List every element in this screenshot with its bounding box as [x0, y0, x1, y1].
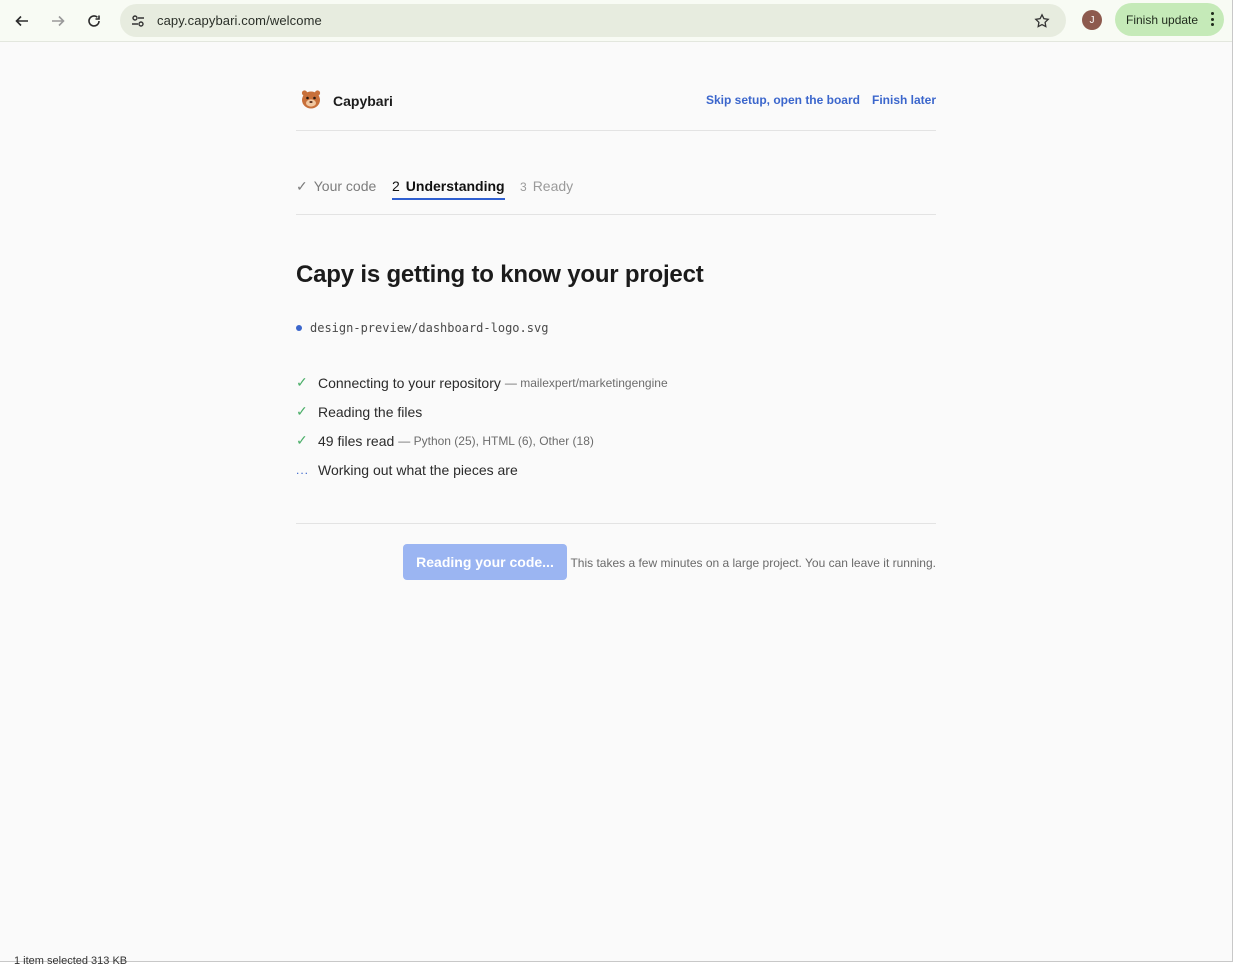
step-number: 2	[392, 178, 400, 194]
arrow-left-icon	[15, 15, 28, 27]
app-header: Capybari Skip setup, open the board Fini…	[296, 86, 936, 131]
step-number: 3	[520, 180, 527, 194]
reload-button[interactable]	[81, 8, 107, 34]
bookmark-star-icon[interactable]	[1032, 11, 1052, 31]
step-label: Ready	[532, 178, 574, 194]
progress-detail: — mailexpert/marketingengine	[504, 375, 668, 390]
site-settings-icon[interactable]	[128, 11, 148, 31]
progress-text: Connecting to your repository	[318, 374, 501, 391]
step-label: Your code	[313, 178, 377, 194]
skip-setup-link[interactable]: Skip setup, open the board	[706, 93, 860, 107]
reload-icon	[88, 15, 100, 27]
step-ready: 3 Ready	[520, 178, 573, 200]
check-icon: ✓	[296, 178, 308, 194]
setup-stepper: ✓ Your code 2 Understanding 3 Ready	[296, 173, 936, 215]
url-text[interactable]: capy.capybari.com/welcome	[157, 13, 322, 28]
progress-item: ✓ Reading the files	[296, 397, 936, 426]
arrow-right-icon	[52, 15, 65, 27]
status-bar-text: 1 item selected 313 KB	[14, 955, 128, 967]
finish-later-link[interactable]: Finish later	[872, 93, 936, 107]
ellipsis-icon: ...	[296, 462, 310, 477]
activity-dot-icon	[296, 325, 302, 331]
progress-text: Reading the files	[318, 403, 423, 420]
progress-detail: — Python (25), HTML (6), Other (18)	[398, 433, 594, 448]
progress-item: ✓ Connecting to your repository — mailex…	[296, 368, 936, 397]
brand-name: Capybari	[333, 93, 393, 109]
capybara-logo-icon	[301, 90, 321, 109]
progress-text: Working out what the pieces are	[318, 461, 518, 478]
step-label: Understanding	[405, 178, 505, 194]
footer-note: This takes a few minutes on a large proj…	[570, 556, 936, 570]
current-file-path: design-preview/dashboard-logo.svg	[310, 321, 549, 335]
finish-update-button[interactable]: Finish update	[1115, 3, 1224, 36]
current-file: design-preview/dashboard-logo.svg	[296, 321, 548, 335]
step-your-code[interactable]: ✓ Your code	[296, 178, 376, 200]
header-links: Skip setup, open the board Finish later	[706, 93, 936, 107]
address-bar[interactable]: capy.capybari.com/welcome	[120, 4, 1066, 37]
page-title: Capy is getting to know your project	[296, 261, 704, 288]
progress-text: 49 files read	[318, 432, 395, 449]
browser-toolbar: capy.capybari.com/welcome J Finish updat…	[0, 0, 1232, 42]
check-icon: ✓	[296, 374, 308, 390]
progress-item: ✓ 49 files read — Python (25), HTML (6),…	[296, 426, 936, 455]
forward-button[interactable]	[45, 8, 71, 34]
check-icon: ✓	[296, 403, 308, 419]
back-button[interactable]	[9, 8, 35, 34]
progress-list: ✓ Connecting to your repository — mailex…	[296, 368, 936, 484]
menu-dots-icon	[1210, 12, 1214, 26]
profile-avatar[interactable]: J	[1082, 10, 1102, 30]
step-understanding[interactable]: 2 Understanding	[392, 178, 505, 200]
progress-item: ... Working out what the pieces are	[296, 455, 936, 484]
page-footer: Reading your code... This takes a few mi…	[296, 523, 936, 583]
browser-window: capy.capybari.com/welcome J Finish updat…	[0, 0, 1233, 962]
reading-code-button[interactable]: Reading your code...	[403, 544, 567, 580]
check-icon: ✓	[296, 432, 308, 448]
finish-update-label: Finish update	[1126, 13, 1199, 27]
